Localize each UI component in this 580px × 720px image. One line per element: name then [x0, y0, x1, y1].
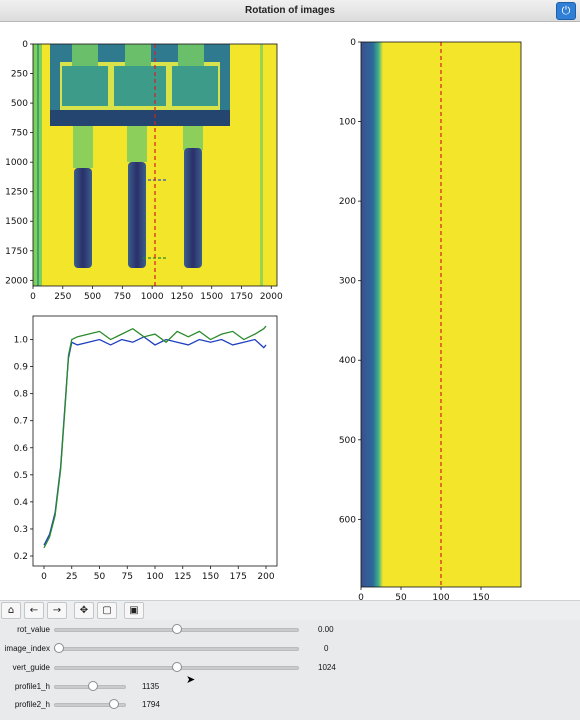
- tick-label: 0: [22, 40, 28, 50]
- tick-label: 175: [230, 572, 247, 582]
- mouse-cursor-icon: ➤: [186, 674, 196, 686]
- window-titlebar: Rotation of images ⏻: [0, 0, 580, 22]
- tick-label: 50: [395, 593, 407, 600]
- slider-label-vert_guide: vert_guide: [12, 663, 50, 672]
- tick-label: 0.6: [14, 444, 29, 454]
- top-left-yticks: 0 250 500 750 1000 1250 1500 1750 2000: [5, 40, 33, 286]
- tick-label: 1250: [170, 292, 193, 302]
- tick-label: 0.9: [14, 363, 29, 373]
- tick-label: 1250: [5, 188, 28, 198]
- slider-label-image_index: image_index: [4, 644, 50, 653]
- tick-label: 2000: [260, 292, 283, 302]
- tick-label: 75: [122, 572, 133, 582]
- slider-thumb-image_index[interactable]: [54, 643, 64, 653]
- tick-label: 25: [66, 572, 77, 582]
- zoom-rect-icon[interactable]: ▢: [97, 602, 117, 619]
- tick-label: 750: [11, 129, 28, 139]
- window-title: Rotation of images: [244, 5, 335, 16]
- tick-label: 100: [146, 572, 163, 582]
- tick-label: 0.5: [14, 471, 28, 481]
- tick-label: 1500: [200, 292, 223, 302]
- slider-label-profile1_h: profile1_h: [14, 682, 50, 691]
- tick-label: 0.7: [14, 417, 28, 427]
- slider-thumb-rot_value[interactable]: [171, 624, 182, 634]
- tick-label: 500: [84, 292, 101, 302]
- save-icon[interactable]: ▣: [124, 602, 144, 619]
- slider-thumb-profile2_h[interactable]: [108, 699, 119, 709]
- tick-label: 150: [202, 572, 219, 582]
- tick-label: 0.3: [14, 525, 28, 535]
- tick-label: 125: [174, 572, 191, 582]
- tick-label: 2000: [5, 276, 28, 286]
- arrow-right-icon[interactable]: →: [47, 602, 67, 619]
- slider-thumb-profile1_h[interactable]: [88, 681, 99, 691]
- power-icon[interactable]: ⏻: [556, 2, 576, 20]
- slider-label-rot_value: rot_value: [17, 625, 50, 634]
- tick-label: 1000: [5, 158, 28, 168]
- tick-label: 50: [94, 572, 106, 582]
- tick-label: 100: [339, 118, 356, 128]
- tick-label: 200: [257, 572, 274, 582]
- tick-label: 400: [339, 356, 356, 366]
- tick-label: 750: [114, 292, 131, 302]
- navigation-toolbar: ⌂ ← → ✥ ▢ ▣: [0, 600, 580, 620]
- slider-value-rot_value: 0.00: [318, 625, 334, 634]
- slider-label-profile2_h: profile2_h: [14, 700, 50, 709]
- tick-label: 500: [339, 436, 356, 446]
- arrow-left-icon[interactable]: ←: [24, 602, 44, 619]
- tick-label: 0: [30, 292, 36, 302]
- profile-chart-xticks: 0 25 50 75 100 125 150 175 200: [41, 566, 275, 582]
- tick-label: 0: [41, 572, 47, 582]
- right-image-yticks: 0 100 200 300 400 500 600: [339, 38, 361, 525]
- figure-canvas[interactable]: 0 250 500 750 1000 1250 1500 1750 2000 0 250 500 75…: [0, 22, 580, 600]
- right-image[interactable]: [360, 41, 522, 588]
- tick-label: 200: [339, 197, 356, 207]
- top-left-xticks: 0 250 500 750 1000 1250 1500 1750 2000: [30, 286, 283, 302]
- tick-label: 1000: [141, 292, 164, 302]
- tick-label: 600: [339, 515, 356, 525]
- tick-label: 0: [358, 593, 364, 600]
- tick-label: 0: [350, 38, 356, 48]
- tick-label: 1750: [5, 247, 28, 257]
- slider-thumb-vert_guide[interactable]: [171, 662, 182, 672]
- tick-label: 100: [432, 593, 449, 600]
- move-icon[interactable]: ✥: [74, 602, 94, 619]
- profile-chart-yticks: 0.2 0.3 0.4 0.5 0.6 0.7 0.8 0.9 1.0: [14, 336, 33, 562]
- tick-label: 250: [54, 292, 71, 302]
- home-icon[interactable]: ⌂: [1, 602, 21, 619]
- slider-value-profile2_h: 1794: [142, 700, 160, 709]
- slider-value-image_index: 0: [324, 644, 329, 653]
- tick-label: 1750: [230, 292, 253, 302]
- tick-label: 1.0: [14, 336, 29, 346]
- slider-value-profile1_h: 1135: [142, 682, 160, 691]
- tick-label: 0.4: [14, 498, 29, 508]
- tick-label: 0.2: [14, 552, 28, 562]
- tick-label: 500: [11, 99, 28, 109]
- tick-label: 300: [339, 277, 356, 287]
- slider-panel: rot_value 0.00 image_index 0 vert_guide 1024 p…: [0, 620, 580, 720]
- right-image-xticks: 0 50 100 150: [358, 587, 490, 600]
- slider-value-vert_guide: 1024: [318, 663, 336, 672]
- tick-label: 1500: [5, 217, 28, 227]
- top-left-image[interactable]: [32, 43, 278, 287]
- tick-label: 0.8: [14, 390, 29, 400]
- slider-track-image_index[interactable]: [54, 647, 299, 651]
- tick-label: 250: [11, 70, 28, 80]
- tick-label: 150: [472, 593, 489, 600]
